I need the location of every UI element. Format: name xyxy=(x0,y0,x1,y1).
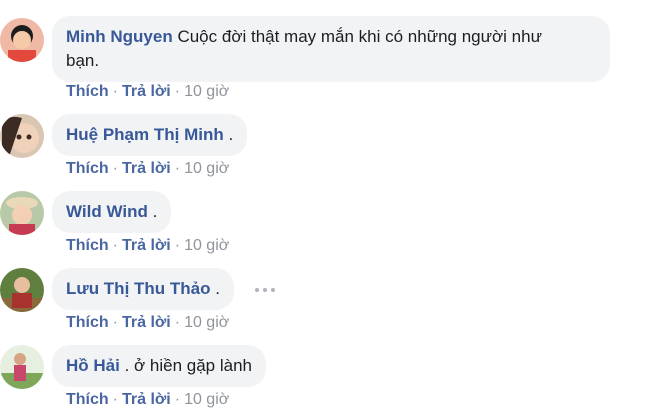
comment-text: Cuộc đời thật may mắn khi có những người… xyxy=(177,27,542,46)
like-link[interactable]: Thích xyxy=(66,83,109,100)
comment-bubble: Minh Nguyen Cuộc đời thật may mắn khi có… xyxy=(52,16,610,82)
comment-actions: Thích · Trả lời · 10 giờ xyxy=(66,236,229,256)
separator-dot: · xyxy=(112,83,118,100)
reply-link[interactable]: Trả lời xyxy=(122,83,171,100)
comment-bubble: Huệ Phạm Thị Minh . xyxy=(52,114,248,156)
avatar[interactable] xyxy=(0,345,44,389)
comment-author-link[interactable]: Hồ Hải xyxy=(66,356,120,375)
comment-actions: Thích · Trả lời · 10 giờ xyxy=(66,390,229,410)
like-link[interactable]: Thích xyxy=(66,160,109,177)
comment-timestamp[interactable]: 10 giờ xyxy=(184,237,229,254)
comment-actions: Thích · Trả lời · 10 giờ xyxy=(66,313,229,333)
reply-link[interactable]: Trả lời xyxy=(122,160,171,177)
comment-author-link[interactable]: Minh Nguyen xyxy=(66,27,173,46)
comment-author-link[interactable]: Huệ Phạm Thị Minh xyxy=(66,125,224,144)
separator-dot: · xyxy=(112,160,118,177)
comment-actions: Thích · Trả lời · 10 giờ xyxy=(66,82,229,102)
comment-bubble: Hồ Hải . ở hiền gặp lành xyxy=(52,345,266,387)
comment-text: . xyxy=(228,125,234,144)
comment-text: . xyxy=(215,279,220,298)
more-horizontal-icon[interactable] xyxy=(255,282,275,298)
comment-timestamp[interactable]: 10 giờ xyxy=(184,314,229,331)
comment-bubble: Wild Wind . xyxy=(52,191,172,233)
separator-dot: · xyxy=(174,83,181,100)
comment-timestamp[interactable]: 10 giờ xyxy=(184,160,229,177)
comment-timestamp[interactable]: 10 giờ xyxy=(184,391,229,408)
reply-link[interactable]: Trả lời xyxy=(122,237,171,254)
like-link[interactable]: Thích xyxy=(66,314,109,331)
avatar[interactable] xyxy=(0,114,44,158)
comment-author-link[interactable]: Wild Wind xyxy=(66,202,148,221)
like-link[interactable]: Thích xyxy=(66,391,109,408)
reply-link[interactable]: Trả lời xyxy=(122,314,171,331)
separator-dot: · xyxy=(174,237,181,254)
avatar[interactable] xyxy=(0,191,44,235)
comment-text-continued: bạn. xyxy=(66,51,100,70)
separator-dot: · xyxy=(112,391,118,408)
separator-dot: · xyxy=(112,314,118,331)
comment-actions: Thích · Trả lời · 10 giờ xyxy=(66,159,229,179)
reply-link[interactable]: Trả lời xyxy=(122,391,171,408)
separator-dot: · xyxy=(174,314,181,331)
comment-bubble: Lưu Thị Thu Thảo . xyxy=(52,268,234,310)
comment-text: . ở hiền gặp lành xyxy=(124,356,252,375)
comment-text: . xyxy=(152,202,158,221)
separator-dot: · xyxy=(174,160,181,177)
avatar[interactable] xyxy=(0,268,44,312)
comment-timestamp[interactable]: 10 giờ xyxy=(184,83,229,100)
comment-author-link[interactable]: Lưu Thị Thu Thảo xyxy=(66,279,211,298)
like-link[interactable]: Thích xyxy=(66,237,109,254)
separator-dot: · xyxy=(174,391,181,408)
avatar[interactable] xyxy=(0,18,44,62)
separator-dot: · xyxy=(112,237,118,254)
